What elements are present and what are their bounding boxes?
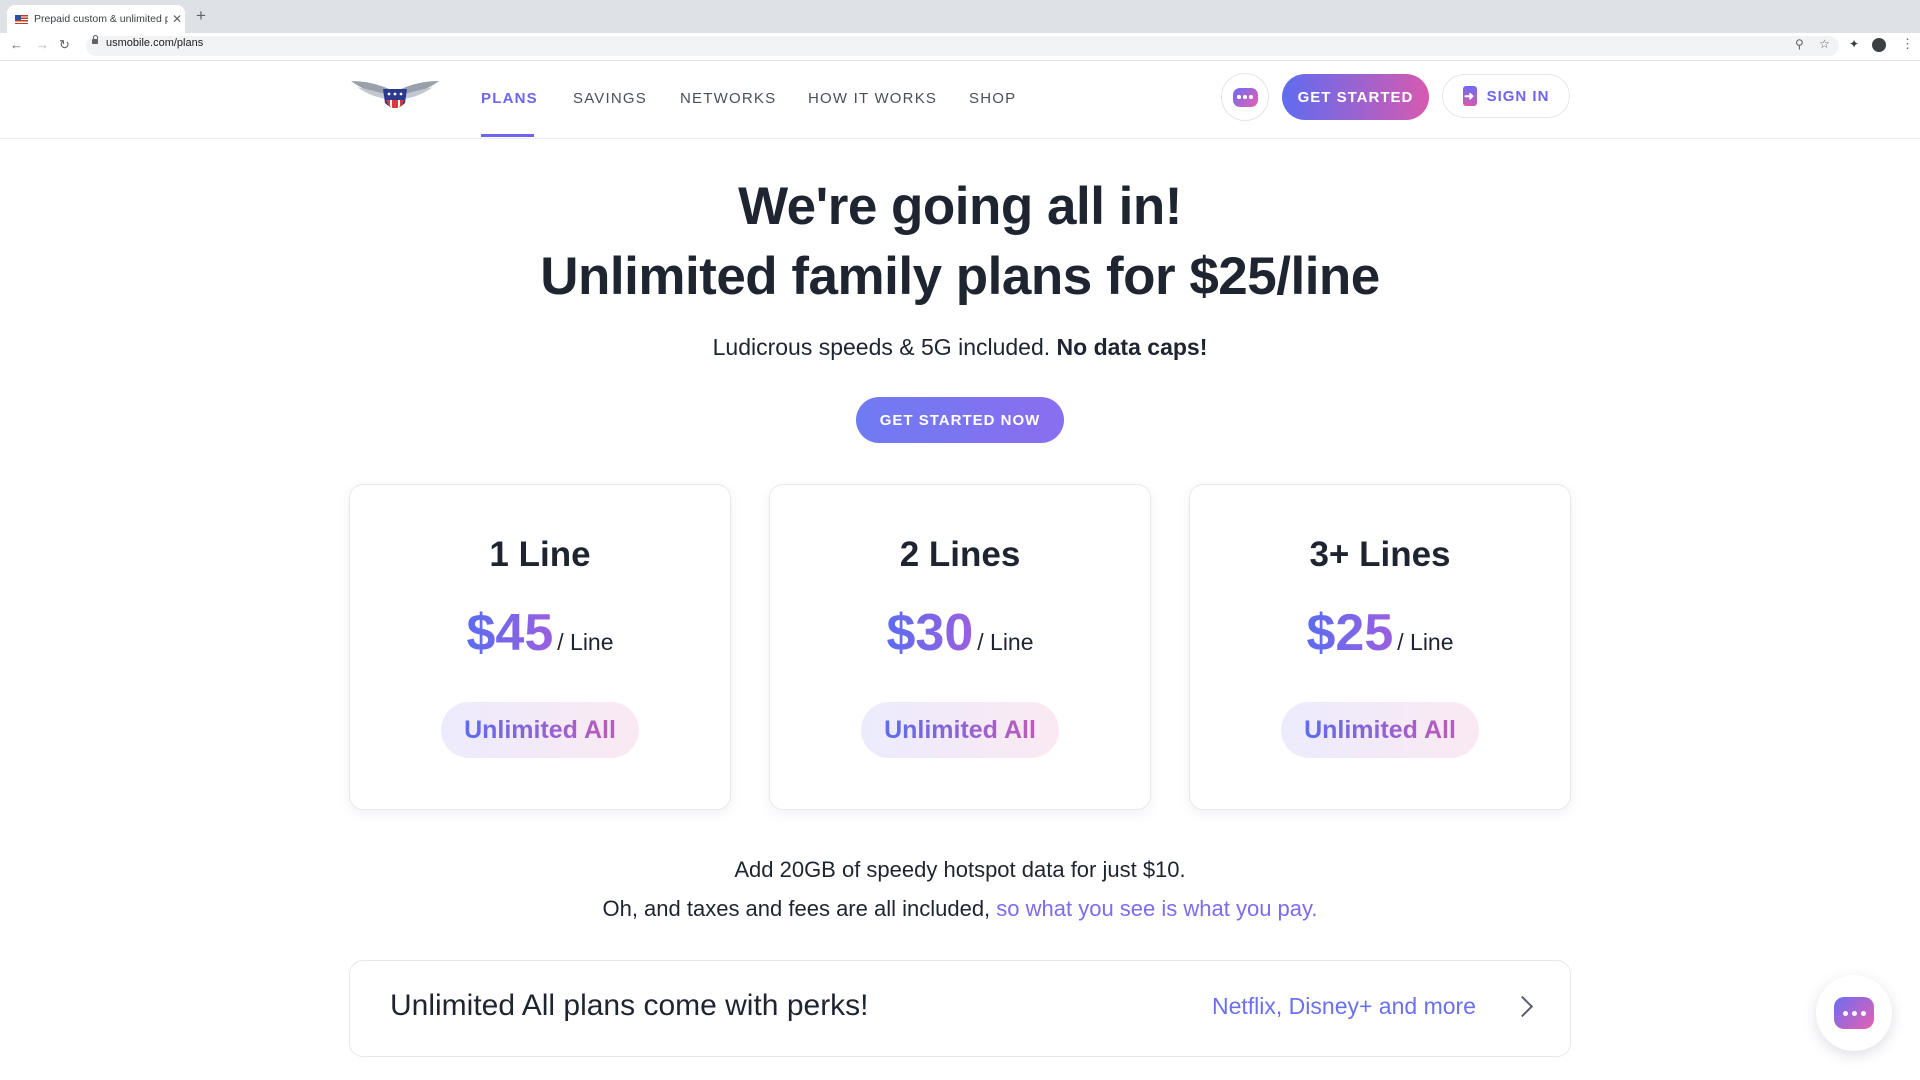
us-flag-favicon-icon <box>15 14 28 24</box>
plan-badge[interactable]: Unlimited All <box>861 702 1059 758</box>
zoom-icon[interactable]: ⚲ <box>1795 37 1804 51</box>
sign-in-button[interactable]: ➜ SIGN IN <box>1442 74 1570 118</box>
reload-icon[interactable]: ↻ <box>59 37 70 53</box>
taxes-note: Oh, and taxes and fees are all included,… <box>0 896 1920 922</box>
chat-bubble-icon <box>1834 997 1874 1029</box>
close-tab-icon[interactable]: ✕ <box>172 12 182 26</box>
sign-in-arrow-icon: ➜ <box>1462 86 1477 106</box>
get-started-now-button[interactable]: GET STARTED NOW <box>856 397 1064 443</box>
floating-chat-button[interactable] <box>1816 975 1892 1051</box>
extensions-puzzle-icon[interactable]: ✦ <box>1849 37 1859 51</box>
plan-price-row: $45/ Line <box>350 603 730 663</box>
get-started-button[interactable]: GET STARTED <box>1282 74 1429 120</box>
plan-badge-label: Unlimited All <box>884 715 1036 744</box>
us-mobile-eagle-logo[interactable] <box>349 75 441 113</box>
nav-link-how-it-works[interactable]: HOW IT WORKS <box>808 90 937 107</box>
sign-in-label: SIGN IN <box>1486 87 1550 105</box>
plan-badge[interactable]: Unlimited All <box>1281 702 1479 758</box>
perks-title: Unlimited All plans come with perks! <box>390 989 869 1022</box>
browser-tab[interactable]: Prepaid custom & unlimited pla ✕ <box>7 5 185 33</box>
browser-address-bar: ← → ↻ usmobile.com/plans ⚲ ☆ ✦ ⋮ <box>0 33 1920 61</box>
plan-card-3-plus-lines[interactable]: 3+ Lines $25/ Line Unlimited All <box>1189 484 1571 810</box>
hero-title-line-1: We're going all in! <box>738 177 1182 236</box>
plan-per-line: / Line <box>977 629 1034 655</box>
chat-button[interactable] <box>1221 73 1269 121</box>
lock-icon <box>92 35 98 44</box>
taxes-note-text: Oh, and taxes and fees are all included, <box>602 896 991 921</box>
nav-link-networks[interactable]: NETWORKS <box>680 90 776 107</box>
plan-name: 1 Line <box>489 535 591 574</box>
plan-badge-label: Unlimited All <box>1304 715 1456 744</box>
plan-badge[interactable]: Unlimited All <box>441 702 639 758</box>
hero-subtitle-bold: No data caps! <box>1056 334 1208 360</box>
perks-banner[interactable]: Unlimited All plans come with perks! Net… <box>349 960 1571 1057</box>
new-tab-icon[interactable]: + <box>196 6 206 26</box>
hero-subtitle-text: Ludicrous speeds & 5G included. <box>712 334 1051 360</box>
plan-name: 3+ Lines <box>1309 535 1451 574</box>
browser-tab-bar: Prepaid custom & unlimited pla ✕ + <box>0 0 1920 33</box>
hero-subtitle: Ludicrous speeds & 5G included. No data … <box>0 334 1920 361</box>
plan-card-2-lines[interactable]: 2 Lines $30/ Line Unlimited All <box>769 484 1151 810</box>
hotspot-note: Add 20GB of speedy hotspot data for just… <box>734 857 1186 882</box>
bookmark-star-icon[interactable]: ☆ <box>1819 37 1830 51</box>
forward-arrow-icon[interactable]: → <box>36 37 49 52</box>
tab-title: Prepaid custom & unlimited pla <box>34 13 168 25</box>
browser-menu-icon[interactable]: ⋮ <box>1901 36 1914 52</box>
plan-card-1-line[interactable]: 1 Line $45/ Line Unlimited All <box>349 484 731 810</box>
chat-bubble-icon <box>1232 87 1258 107</box>
nav-link-plans[interactable]: PLANS <box>481 90 538 107</box>
plan-price: $45 <box>466 604 554 662</box>
plan-price-row: $25/ Line <box>1190 603 1570 663</box>
back-arrow-icon[interactable]: ← <box>10 37 23 52</box>
chevron-right-icon[interactable] <box>1511 995 1534 1018</box>
plan-badge-label: Unlimited All <box>464 715 616 744</box>
site-header: PLANS SAVINGS NETWORKS HOW IT WORKS SHOP… <box>0 60 1920 139</box>
active-nav-indicator <box>481 134 534 137</box>
hero-title-line-2: Unlimited family plans for $25/line <box>540 247 1380 306</box>
nav-link-shop[interactable]: SHOP <box>969 90 1016 107</box>
plan-per-line: / Line <box>557 629 614 655</box>
url-bar[interactable] <box>86 36 1839 56</box>
plan-price: $30 <box>886 604 974 662</box>
nav-link-savings[interactable]: SAVINGS <box>573 90 647 107</box>
what-you-pay-link[interactable]: so what you see is what you pay. <box>996 896 1317 921</box>
plan-price-row: $30/ Line <box>770 603 1150 663</box>
plan-name: 2 Lines <box>899 535 1021 574</box>
url-text[interactable]: usmobile.com/plans <box>106 37 203 49</box>
plan-per-line: / Line <box>1397 629 1454 655</box>
profile-avatar-icon[interactable] <box>1872 38 1886 52</box>
perks-link[interactable]: Netflix, Disney+ and more <box>1212 993 1476 1020</box>
plan-price: $25 <box>1306 604 1394 662</box>
